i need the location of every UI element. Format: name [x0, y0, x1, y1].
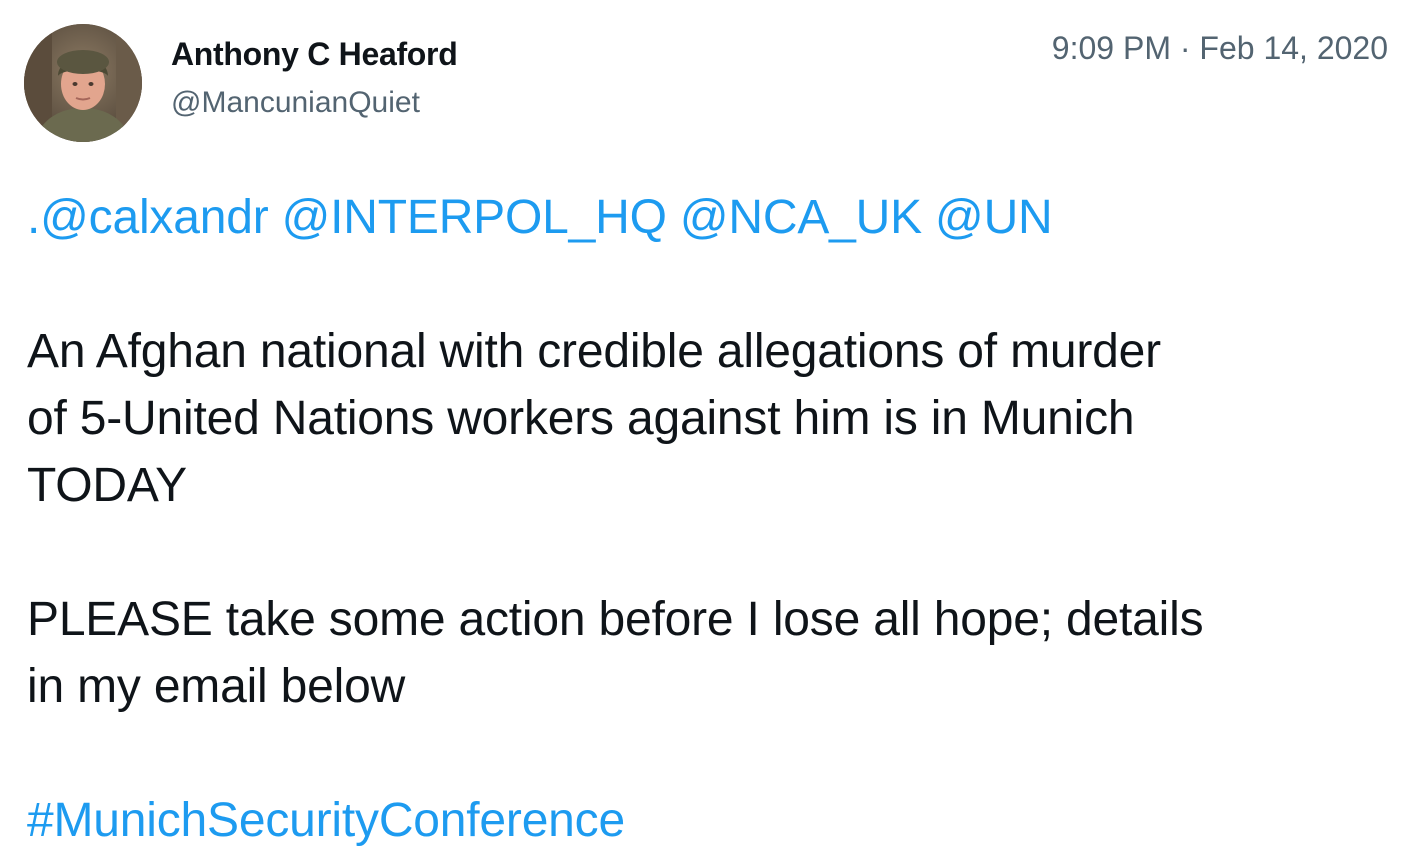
paragraph-2-line-1: PLEASE take some action before I lose al…: [27, 593, 1204, 646]
hashtag-link[interactable]: #MunichSecurityConference: [27, 794, 625, 847]
paragraph-2-line-2: in my email below: [27, 660, 406, 713]
paragraph-1-line-1: An Afghan national with credible allegat…: [27, 325, 1161, 378]
tweet-card: Anthony C Heaford @MancunianQuiet 9:09 P…: [0, 0, 1421, 857]
author-handle[interactable]: @MancunianQuiet: [171, 86, 420, 120]
paragraph-1-line-2: of 5-United Nations workers against him …: [27, 392, 1135, 445]
user-avatar-photo-icon: [24, 24, 142, 142]
mention-link-calxandr[interactable]: @calxandr: [40, 191, 269, 244]
author-name[interactable]: Anthony C Heaford: [171, 36, 458, 73]
mentions-line: .@calxandr @INTERPOL_HQ @NCA_UK @UN: [27, 184, 1407, 251]
mention-link-un[interactable]: @UN: [935, 191, 1053, 244]
mention-prefix: .: [27, 191, 41, 244]
hashtag-line: #MunichSecurityConference: [27, 787, 1407, 854]
tweet-text: .@calxandr @INTERPOL_HQ @NCA_UK @UN An A…: [27, 184, 1407, 854]
author-avatar[interactable]: [24, 24, 142, 142]
paragraph-1-line-3: TODAY: [27, 459, 187, 512]
tweet-timestamp[interactable]: 9:09 PM · Feb 14, 2020: [1052, 30, 1388, 67]
mention-link-interpol[interactable]: @INTERPOL_HQ: [282, 191, 667, 244]
mention-link-nca-uk[interactable]: @NCA_UK: [680, 191, 922, 244]
